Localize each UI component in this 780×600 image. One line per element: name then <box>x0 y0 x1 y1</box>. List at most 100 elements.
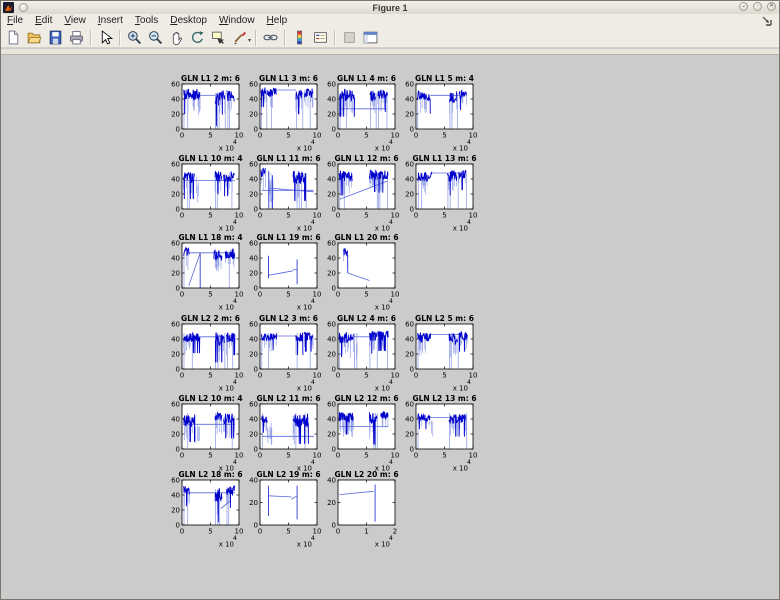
subplot-gln-l1-20-m-6[interactable]: 051002040604x 10GLN L1 20 m: 6 <box>321 231 403 318</box>
link-plot-button[interactable] <box>260 28 281 48</box>
subplot-gln-l1-12-m-6[interactable]: 051002040604x 10GLN L1 12 m: 6 <box>321 152 403 239</box>
show-plot-tools-icon <box>363 30 378 45</box>
subplot-gln-l2-10-m-4[interactable]: 051002040604x 10GLN L2 10 m: 4 <box>165 392 247 479</box>
svg-text:5: 5 <box>442 372 446 380</box>
menu-item-desktop[interactable]: Desktop <box>164 14 213 28</box>
axes[interactable]: 051002040604x 10GLN L1 4 m: 6 <box>321 72 403 154</box>
subplot-gln-l2-4-m-6[interactable]: 051002040604x 10GLN L2 4 m: 6 <box>321 312 403 399</box>
subplot-gln-l1-18-m-4[interactable]: 051002040604x 10GLN L1 18 m: 4 <box>165 231 247 318</box>
axes[interactable]: 012020404x 10GLN L2 20 m: 6 <box>321 468 403 550</box>
axes[interactable]: 051002040604x 10GLN L2 10 m: 4 <box>165 392 247 474</box>
close-button[interactable]: ✕ <box>767 2 776 11</box>
svg-text:0: 0 <box>414 452 418 460</box>
show-plot-tools-button[interactable] <box>360 28 381 48</box>
subplot-gln-l2-11-m-6[interactable]: 051002040604x 10GLN L2 11 m: 6 <box>243 392 325 479</box>
insert-colorbar-button[interactable] <box>289 28 310 48</box>
subplot-gln-l1-4-m-6[interactable]: 051002040604x 10GLN L1 4 m: 6 <box>321 72 403 159</box>
svg-text:20: 20 <box>171 431 180 439</box>
svg-text:0: 0 <box>336 291 340 299</box>
svg-text:0: 0 <box>176 446 180 454</box>
axes[interactable]: 051002040604x 10GLN L2 2 m: 6 <box>165 312 247 394</box>
svg-text:0: 0 <box>254 522 258 530</box>
dock-figure-icon[interactable] <box>762 16 773 27</box>
axes[interactable]: 051002040604x 10GLN L1 2 m: 6 <box>165 72 247 154</box>
subplot-title: GLN L2 11 m: 6 <box>256 394 320 403</box>
window-menu-button[interactable] <box>19 3 28 12</box>
pan-button[interactable] <box>166 28 187 48</box>
svg-text:40: 40 <box>249 255 258 263</box>
subplot-gln-l2-20-m-6[interactable]: 012020404x 10GLN L2 20 m: 6 <box>321 468 403 555</box>
svg-text:0: 0 <box>332 366 336 374</box>
axes[interactable]: 051002040604x 10GLN L1 5 m: 4 <box>399 72 481 154</box>
subplot-gln-l2-12-m-6[interactable]: 051002040604x 10GLN L2 12 m: 6 <box>321 392 403 479</box>
menu-item-window[interactable]: Window <box>213 14 261 28</box>
axes[interactable]: 051002040604x 10GLN L1 18 m: 4 <box>165 231 247 313</box>
axes[interactable]: 051002040604x 10GLN L2 12 m: 6 <box>321 392 403 474</box>
axes[interactable]: 051002040604x 10GLN L1 20 m: 6 <box>321 231 403 313</box>
edit-plot-icon <box>98 30 113 45</box>
hide-plot-tools-button[interactable] <box>339 28 360 48</box>
subplot-gln-l2-5-m-6[interactable]: 051002040604x 10GLN L2 5 m: 6 <box>399 312 481 399</box>
subplot-title: GLN L2 18 m: 6 <box>178 470 242 479</box>
subplot-gln-l2-18-m-6[interactable]: 051002040604x 10GLN L2 18 m: 6 <box>165 468 247 555</box>
svg-text:20: 20 <box>405 111 414 119</box>
subplot-gln-l1-3-m-6[interactable]: 051002040604x 10GLN L1 3 m: 6 <box>243 72 325 159</box>
menu-item-view[interactable]: View <box>58 14 92 28</box>
hide-plot-tools-icon <box>342 30 357 45</box>
axes[interactable]: 051002040604x 10GLN L1 12 m: 6 <box>321 152 403 234</box>
svg-text:x 10: x 10 <box>453 225 468 233</box>
svg-text:0: 0 <box>254 206 258 214</box>
toolbar-separator <box>119 30 121 46</box>
subplot-gln-l2-13-m-6[interactable]: 051002040604x 10GLN L2 13 m: 6 <box>399 392 481 479</box>
axes[interactable]: 051002040604x 10GLN L1 13 m: 6 <box>399 152 481 234</box>
axes[interactable]: 051002040604x 10GLN L1 19 m: 6 <box>243 231 325 313</box>
insert-legend-icon <box>313 30 328 45</box>
rotate-3d-button[interactable] <box>187 28 208 48</box>
subplot-gln-l1-5-m-4[interactable]: 051002040604x 10GLN L1 5 m: 4 <box>399 72 481 159</box>
edit-plot-button[interactable] <box>95 28 116 48</box>
menu-item-help[interactable]: Help <box>261 14 294 28</box>
data-cursor-button[interactable] <box>208 28 229 48</box>
zoom-in-button[interactable] <box>124 28 145 48</box>
axes[interactable]: 051002040604x 10GLN L2 4 m: 6 <box>321 312 403 394</box>
axes[interactable]: 051002040604x 10GLN L2 13 m: 6 <box>399 392 481 474</box>
subplot-gln-l1-19-m-6[interactable]: 051002040604x 10GLN L1 19 m: 6 <box>243 231 325 318</box>
titlebar[interactable]: Figure 1 ⌄ ◦ ✕ <box>1 1 779 15</box>
axes[interactable]: 051002040604x 10GLN L2 5 m: 6 <box>399 312 481 394</box>
subplot-gln-l1-10-m-4[interactable]: 051002040604x 10GLN L1 10 m: 4 <box>165 152 247 239</box>
axes[interactable]: 051002040604x 10GLN L2 3 m: 6 <box>243 312 325 394</box>
axes[interactable]: 051002040604x 10GLN L2 18 m: 6 <box>165 468 247 550</box>
subplot-gln-l2-3-m-6[interactable]: 051002040604x 10GLN L2 3 m: 6 <box>243 312 325 399</box>
menu-item-tools[interactable]: Tools <box>129 14 164 28</box>
open-file-button[interactable] <box>24 28 45 48</box>
menu-item-insert[interactable]: Insert <box>92 14 129 28</box>
subplot-gln-l2-2-m-6[interactable]: 051002040604x 10GLN L2 2 m: 6 <box>165 312 247 399</box>
print-figure-button[interactable] <box>66 28 87 48</box>
save-figure-button[interactable] <box>45 28 66 48</box>
axes[interactable]: 051002040604x 10GLN L2 11 m: 6 <box>243 392 325 474</box>
toolbar-separator <box>90 30 92 46</box>
new-figure-button[interactable] <box>3 28 24 48</box>
svg-text:0: 0 <box>176 285 180 293</box>
subplot-gln-l1-13-m-6[interactable]: 051002040604x 10GLN L1 13 m: 6 <box>399 152 481 239</box>
open-file-icon <box>27 30 42 45</box>
menu-item-file[interactable]: File <box>1 14 29 28</box>
axes[interactable]: 051002040604x 10GLN L1 10 m: 4 <box>165 152 247 234</box>
axes[interactable]: 051002040604x 10GLN L1 11 m: 6 <box>243 152 325 234</box>
axes[interactable]: 051002040604x 10GLN L1 3 m: 6 <box>243 72 325 154</box>
insert-legend-button[interactable] <box>310 28 331 48</box>
svg-text:40: 40 <box>171 255 180 263</box>
figure-toolbar: ▾ <box>1 28 779 48</box>
minimize-button[interactable]: ⌄ <box>739 2 748 11</box>
subplot-gln-l1-2-m-6[interactable]: 051002040604x 10GLN L1 2 m: 6 <box>165 72 247 159</box>
subplot-gln-l2-19-m-6[interactable]: 0510020404x 10GLN L2 19 m: 6 <box>243 468 325 555</box>
menu-item-edit[interactable]: Edit <box>29 14 58 28</box>
zoom-out-button[interactable] <box>145 28 166 48</box>
subplot-gln-l1-11-m-6[interactable]: 051002040604x 10GLN L1 11 m: 6 <box>243 152 325 239</box>
brush-dropdown-caret[interactable]: ▾ <box>248 37 251 44</box>
toolbar-separator <box>284 30 286 46</box>
brush-button[interactable] <box>229 28 250 48</box>
svg-text:x 10: x 10 <box>219 304 234 312</box>
axes[interactable]: 0510020404x 10GLN L2 19 m: 6 <box>243 468 325 550</box>
maximize-button[interactable]: ◦ <box>753 2 762 11</box>
